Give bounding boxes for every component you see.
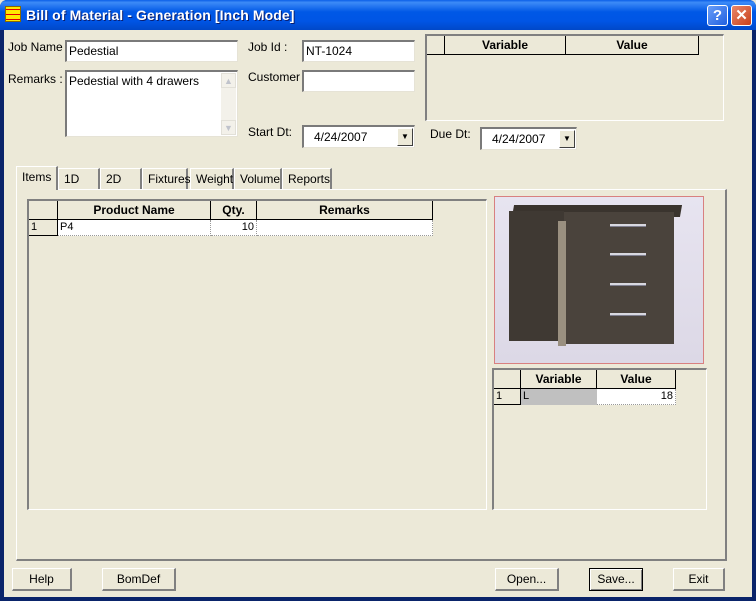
remarks-column-header[interactable]: Remarks bbox=[257, 201, 433, 220]
tab-items[interactable]: Items bbox=[16, 166, 58, 190]
start-date-label: Start Dt: bbox=[248, 125, 292, 139]
drawer-handle bbox=[610, 253, 646, 256]
drawer-handle bbox=[610, 313, 646, 316]
tab-fixtures[interactable]: Fixtures bbox=[142, 168, 188, 190]
product-image bbox=[494, 196, 704, 364]
variable-cell[interactable]: L bbox=[521, 389, 597, 405]
variable-column-header[interactable]: Variable bbox=[521, 370, 597, 389]
remarks-textarea[interactable]: Pedestial with 4 drawers ▲ ▼ bbox=[65, 70, 238, 137]
value-column-header[interactable]: Value bbox=[597, 370, 676, 389]
tab-2d[interactable]: 2D bbox=[100, 168, 142, 190]
tab-weight[interactable]: Weight bbox=[190, 168, 234, 190]
row-index: 1 bbox=[29, 220, 58, 236]
product-name-column-header[interactable]: Product Name bbox=[58, 201, 211, 220]
grid-corner-header bbox=[29, 201, 58, 220]
open-button[interactable]: Open... bbox=[495, 568, 559, 591]
close-button[interactable]: ✕ bbox=[731, 5, 752, 26]
item-variable-grid[interactable]: Variable Value 1 L 18 bbox=[492, 368, 707, 510]
job-name-input[interactable]: Pedestial bbox=[65, 40, 238, 62]
start-date-value: 4/24/2007 bbox=[314, 130, 367, 144]
save-button[interactable]: Save... bbox=[589, 568, 643, 591]
due-date-picker[interactable]: 4/24/2007 ▼ bbox=[480, 127, 577, 150]
customer-label: Customer : bbox=[248, 70, 307, 84]
remarks-scrollbar[interactable]: ▲ ▼ bbox=[221, 73, 236, 135]
tab-volume[interactable]: Volume bbox=[234, 168, 282, 190]
cabinet-edge bbox=[558, 221, 566, 346]
tab-reports[interactable]: Reports bbox=[282, 168, 332, 190]
variable-column-header[interactable]: Variable bbox=[445, 36, 566, 55]
items-grid[interactable]: Product Name Qty. Remarks 1 P4 10 bbox=[27, 199, 487, 510]
grid-corner-header bbox=[427, 36, 445, 55]
remarks-label: Remarks : bbox=[8, 72, 63, 86]
exit-button[interactable]: Exit bbox=[673, 568, 725, 591]
job-variable-grid[interactable]: Variable Value bbox=[425, 34, 724, 121]
window-title: Bill of Material - Generation [Inch Mode… bbox=[26, 7, 295, 23]
app-icon bbox=[5, 6, 21, 22]
job-id-value: NT-1024 bbox=[306, 44, 352, 58]
help-title-button[interactable]: ? bbox=[707, 5, 728, 26]
bomdef-button[interactable]: BomDef bbox=[102, 568, 176, 591]
bom-window: Bill of Material - Generation [Inch Mode… bbox=[0, 0, 756, 601]
title-bar[interactable]: Bill of Material - Generation [Inch Mode… bbox=[0, 0, 756, 30]
grid-corner-header bbox=[494, 370, 521, 389]
job-id-input[interactable]: NT-1024 bbox=[302, 40, 415, 62]
remarks-cell[interactable] bbox=[257, 220, 433, 236]
job-name-label: Job Name : bbox=[8, 40, 69, 54]
client-area: Job Name : Pedestial Remarks : Pedestial… bbox=[4, 30, 752, 597]
drawer-handle bbox=[610, 224, 646, 227]
scroll-down-icon[interactable]: ▼ bbox=[221, 120, 236, 135]
job-name-value: Pedestial bbox=[69, 44, 118, 58]
customer-input[interactable] bbox=[302, 70, 415, 92]
row-index: 1 bbox=[494, 389, 521, 405]
cabinet-front bbox=[509, 211, 564, 341]
value-column-header[interactable]: Value bbox=[566, 36, 699, 55]
qty-cell[interactable]: 10 bbox=[211, 220, 257, 236]
scroll-up-icon[interactable]: ▲ bbox=[221, 73, 236, 88]
product-name-cell[interactable]: P4 bbox=[58, 220, 211, 236]
start-date-picker[interactable]: 4/24/2007 ▼ bbox=[302, 125, 415, 148]
help-button[interactable]: Help bbox=[12, 568, 72, 591]
due-date-value: 4/24/2007 bbox=[492, 132, 545, 146]
due-date-label: Due Dt: bbox=[430, 127, 471, 141]
tab-1d[interactable]: 1D bbox=[58, 168, 100, 190]
start-date-dropdown-icon[interactable]: ▼ bbox=[397, 128, 413, 146]
remarks-value: Pedestial with 4 drawers bbox=[69, 74, 199, 88]
qty-column-header[interactable]: Qty. bbox=[211, 201, 257, 220]
cabinet-side bbox=[564, 212, 674, 344]
due-date-dropdown-icon[interactable]: ▼ bbox=[559, 130, 575, 148]
job-id-label: Job Id : bbox=[248, 40, 287, 54]
value-cell[interactable]: 18 bbox=[597, 389, 676, 405]
drawer-handle bbox=[610, 283, 646, 286]
